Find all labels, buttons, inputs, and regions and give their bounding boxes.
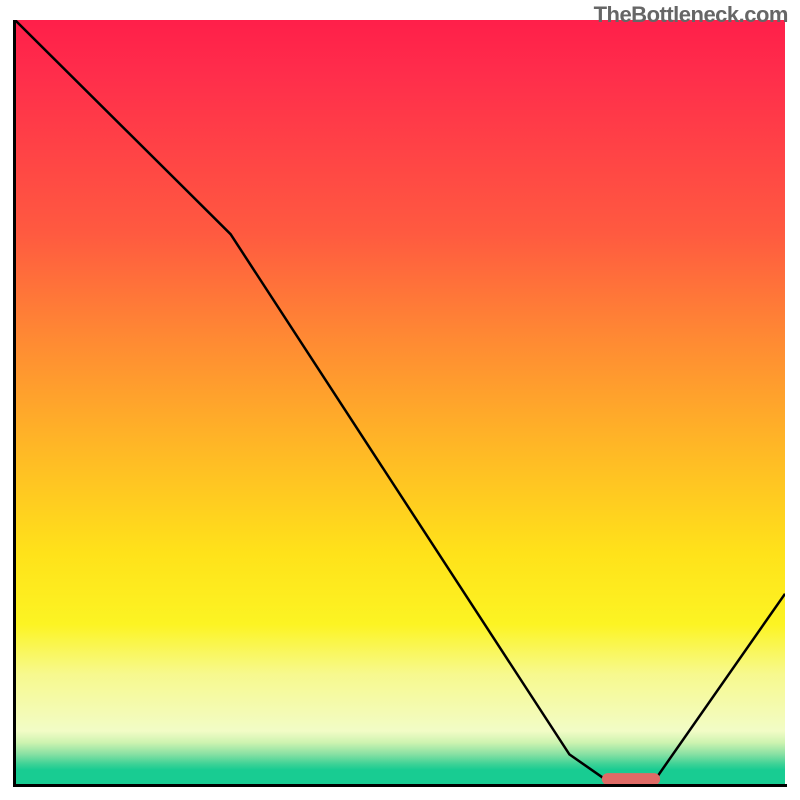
chart-container: TheBottleneck.com bbox=[0, 0, 800, 800]
y-axis bbox=[13, 20, 16, 787]
x-axis bbox=[13, 784, 787, 787]
chart-overlay bbox=[15, 20, 785, 785]
watermark-text: TheBottleneck.com bbox=[594, 2, 788, 28]
bottleneck-curve bbox=[15, 20, 785, 781]
plot-area bbox=[15, 20, 785, 785]
